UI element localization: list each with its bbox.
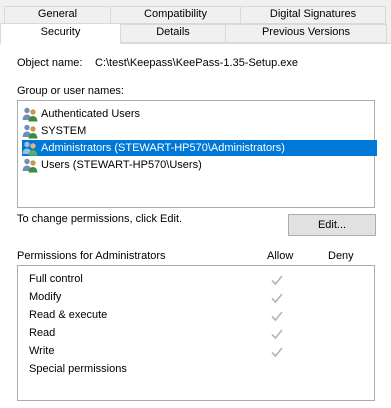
object-name-label: Object name: [17, 57, 83, 69]
edit-button[interactable]: Edit... [288, 214, 376, 236]
tab-details[interactable]: Details [120, 24, 226, 43]
change-permissions-hint: To change permissions, click Edit. [17, 213, 183, 225]
tab-security[interactable]: Security [0, 23, 121, 44]
permission-row: Write [18, 343, 374, 361]
permission-row: Read [18, 325, 374, 343]
list-item[interactable]: SYSTEM [22, 123, 377, 139]
permission-name: Full control [29, 273, 83, 285]
allow-check-icon [271, 347, 283, 358]
tab-digital-signatures[interactable]: Digital Signatures [240, 6, 386, 24]
permissions-title: Permissions for Administrators [17, 250, 166, 262]
allow-check-icon [271, 275, 283, 286]
allow-check-icon [271, 293, 283, 304]
tab-strip: General Compatibility Digital Signatures… [0, 0, 391, 44]
permission-row: Modify [18, 289, 374, 307]
user-group-icon [22, 124, 38, 139]
allow-header: Allow [267, 250, 294, 262]
permission-name: Read & execute [29, 309, 108, 321]
tab-general[interactable]: General [4, 6, 111, 24]
list-item-label: Users (STEWART-HP570\Users) [41, 159, 202, 171]
user-group-icon [22, 107, 38, 122]
permission-row: Full control [18, 271, 374, 289]
permission-name: Write [29, 345, 55, 357]
list-item-selected[interactable]: Administrators (STEWART-HP570\Administra… [22, 140, 377, 156]
list-item-label: SYSTEM [41, 125, 87, 137]
group-user-list[interactable]: Authenticated Users SYSTEM Administrator… [17, 100, 377, 208]
list-item-label: Authenticated Users [41, 108, 141, 120]
tab-previous-versions[interactable]: Previous Versions [225, 24, 387, 43]
allow-check-icon [271, 329, 283, 340]
user-group-icon [22, 158, 38, 173]
permission-name: Modify [29, 291, 62, 303]
list-item[interactable]: Authenticated Users [22, 106, 377, 122]
permission-name: Special permissions [29, 363, 127, 375]
allow-check-icon [271, 311, 283, 322]
group-names-label: Group or user names: [17, 85, 124, 97]
list-item[interactable]: Users (STEWART-HP570\Users) [22, 157, 377, 173]
security-panel: Object name: C:\test\Keepass\KeePass-1.3… [0, 43, 391, 408]
deny-header: Deny [328, 250, 354, 262]
permission-name: Read [29, 327, 56, 339]
list-item-label: Administrators (STEWART-HP570\Administra… [41, 142, 285, 154]
permission-row: Read & execute [18, 307, 374, 325]
permission-row: Special permissions [18, 361, 374, 379]
user-group-icon [22, 141, 38, 156]
tab-compatibility[interactable]: Compatibility [110, 6, 241, 24]
permissions-list: Full control Modify Read & execute Read … [17, 265, 375, 401]
object-name-value: C:\test\Keepass\KeePass-1.35-Setup.exe [95, 57, 299, 69]
